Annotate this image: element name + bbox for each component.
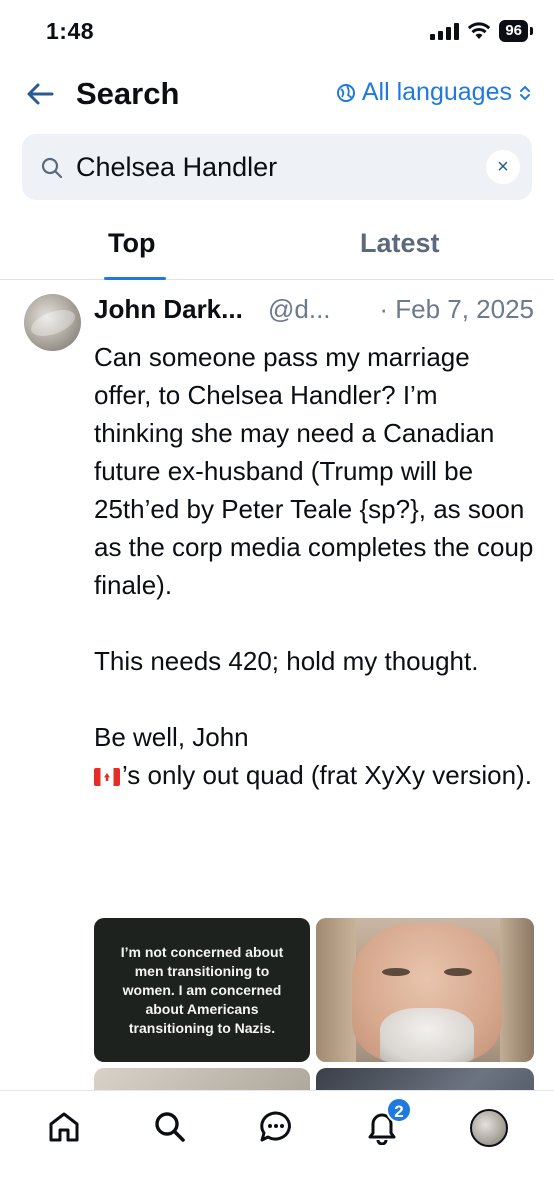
language-selector[interactable]: All languages bbox=[336, 78, 532, 107]
globe-icon bbox=[336, 83, 355, 102]
chevron-up-down-icon bbox=[520, 85, 530, 100]
tab-latest[interactable]: Latest bbox=[360, 228, 440, 259]
bottom-tab-bar: 2 bbox=[0, 1090, 554, 1200]
status-indicators: 96 bbox=[430, 20, 533, 42]
clear-search-button[interactable]: × bbox=[486, 150, 520, 184]
cellular-signal-icon bbox=[430, 22, 460, 40]
post-image-quote[interactable]: I’m not concerned about men transitionin… bbox=[94, 918, 310, 1062]
language-label: All languages bbox=[361, 78, 512, 106]
notification-badge: 2 bbox=[386, 1097, 412, 1123]
post-image-portrait[interactable] bbox=[316, 918, 534, 1062]
status-time: 1:48 bbox=[46, 18, 95, 44]
tab-notifications[interactable]: 2 bbox=[364, 1097, 412, 1149]
author-handle[interactable]: @d... bbox=[268, 294, 331, 325]
post-body: Can someone pass my marriage offer, to C… bbox=[94, 338, 534, 794]
search-input[interactable]: Chelsea Handler bbox=[76, 134, 277, 200]
author-name[interactable]: John Dark... bbox=[94, 294, 243, 325]
post-paragraph: Can someone pass my marriage offer, to C… bbox=[94, 342, 534, 600]
author-avatar[interactable] bbox=[24, 294, 81, 351]
search-tabs: Top Latest bbox=[0, 212, 554, 280]
post-image-4[interactable] bbox=[316, 1068, 534, 1090]
tab-top[interactable]: Top bbox=[108, 228, 155, 259]
search-icon bbox=[41, 157, 63, 179]
battery-indicator: 96 bbox=[499, 20, 533, 42]
post-image-grid: I’m not concerned about men transitionin… bbox=[94, 918, 534, 1090]
portrait-eye bbox=[382, 968, 410, 976]
back-button[interactable] bbox=[24, 78, 56, 110]
canada-flag-icon bbox=[94, 768, 120, 786]
wifi-icon bbox=[468, 22, 491, 39]
status-bar: 1:48 96 bbox=[0, 0, 554, 66]
portrait-hair bbox=[316, 918, 356, 1062]
signature-line: ’s only out quad (frat XyXy version). bbox=[122, 760, 532, 790]
post-paragraph-signature: Be well, John ’s only out quad (frat XyX… bbox=[94, 718, 534, 794]
post-date: · Feb 7, 2025 bbox=[379, 294, 534, 324]
search-header: Search All languages bbox=[0, 66, 554, 126]
portrait-hair bbox=[500, 918, 534, 1062]
search-icon bbox=[155, 1112, 185, 1142]
profile-avatar[interactable] bbox=[470, 1109, 508, 1147]
image-quote-text: I’m not concerned about men transitionin… bbox=[120, 943, 284, 1036]
search-field[interactable]: Chelsea Handler × bbox=[22, 134, 532, 200]
post-image-3[interactable] bbox=[94, 1068, 310, 1090]
portrait-eye bbox=[444, 968, 472, 976]
close-icon: × bbox=[497, 155, 509, 178]
tab-home[interactable] bbox=[46, 1109, 86, 1149]
chat-icon bbox=[260, 1111, 291, 1142]
post-item[interactable]: John Dark... @d... · Feb 7, 2025 Can som… bbox=[0, 280, 554, 1090]
arrow-left-icon bbox=[27, 83, 54, 105]
tab-search[interactable] bbox=[152, 1109, 192, 1149]
post-paragraph: This needs 420; hold my thought. bbox=[94, 646, 479, 676]
signature-line: Be well, John bbox=[94, 722, 249, 752]
portrait-beard bbox=[380, 1008, 474, 1062]
home-icon bbox=[49, 1112, 79, 1142]
tab-chat[interactable] bbox=[258, 1109, 298, 1149]
post-meta: John Dark... @d... · Feb 7, 2025 bbox=[94, 294, 534, 328]
page-title: Search bbox=[76, 76, 180, 111]
